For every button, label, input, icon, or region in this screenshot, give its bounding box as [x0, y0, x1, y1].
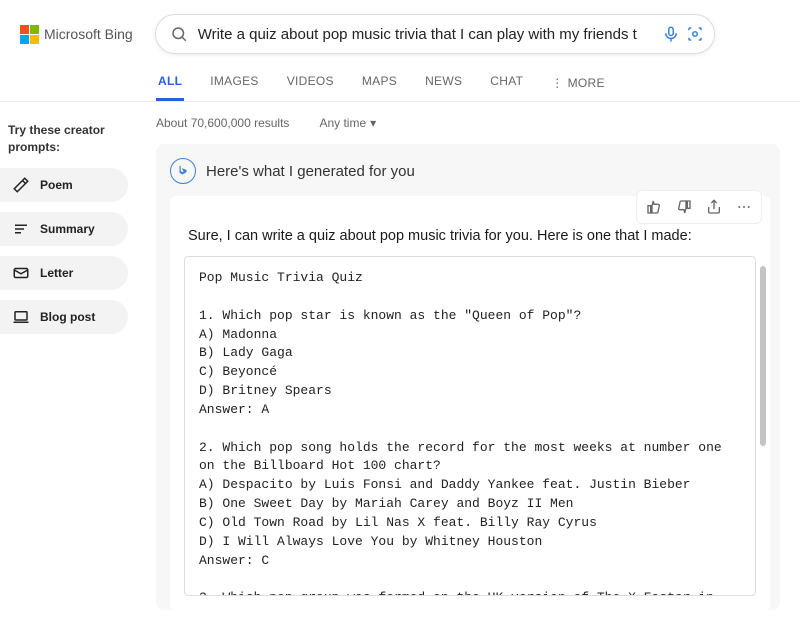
prompt-label: Blog post [40, 310, 95, 324]
pen-icon [12, 176, 30, 194]
result-count: About 70,600,000 results [156, 116, 289, 130]
ai-action-bar [636, 190, 762, 224]
share-button[interactable] [699, 193, 729, 221]
tab-more-label: MORE [568, 76, 605, 90]
tab-all[interactable]: ALL [156, 66, 184, 101]
bing-chat-icon [170, 158, 196, 184]
laptop-icon [12, 308, 30, 326]
thumbs-down-button[interactable] [669, 193, 699, 221]
logo[interactable]: Microsoft Bing [20, 25, 133, 44]
sidebar-title: Try these creator prompts: [8, 122, 128, 156]
microsoft-icon [20, 25, 39, 44]
scrollbar[interactable] [760, 266, 766, 590]
prompt-label: Poem [40, 178, 73, 192]
tab-chat[interactable]: CHAT [488, 66, 525, 101]
tab-news[interactable]: NEWS [423, 66, 464, 101]
search-input[interactable] [198, 26, 656, 43]
search-bar[interactable] [155, 14, 715, 54]
camera-search-icon[interactable] [686, 25, 704, 43]
search-tabs: ALL IMAGES VIDEOS MAPS NEWS CHAT ⋮ MORE [0, 62, 800, 102]
time-filter-label: Any time [319, 116, 366, 130]
tab-images[interactable]: IMAGES [208, 66, 260, 101]
chevron-down-icon: ▾ [370, 116, 376, 130]
more-actions-button[interactable] [729, 193, 759, 221]
mic-icon[interactable] [662, 25, 680, 43]
logo-text: Microsoft Bing [44, 26, 133, 42]
lines-icon [12, 220, 30, 238]
ai-heading: Here's what I generated for you [206, 163, 415, 180]
prompt-summary[interactable]: Summary [0, 212, 128, 246]
more-dots-icon: ⋮ [551, 76, 563, 90]
tab-videos[interactable]: VIDEOS [285, 66, 336, 101]
prompt-label: Letter [40, 266, 73, 280]
prompt-label: Summary [40, 222, 95, 236]
ai-result-card: Here's what I generated for you Sure, I … [156, 144, 780, 610]
ai-code-output: Pop Music Trivia Quiz 1. Which pop star … [184, 256, 756, 596]
time-filter[interactable]: Any time ▾ [319, 116, 376, 130]
thumbs-up-button[interactable] [639, 193, 669, 221]
tab-more[interactable]: ⋮ MORE [549, 66, 607, 101]
prompt-blog[interactable]: Blog post [0, 300, 128, 334]
envelope-icon [12, 264, 30, 282]
prompt-letter[interactable]: Letter [0, 256, 128, 290]
tab-maps[interactable]: MAPS [360, 66, 399, 101]
search-icon [170, 25, 188, 43]
prompt-poem[interactable]: Poem [0, 168, 128, 202]
